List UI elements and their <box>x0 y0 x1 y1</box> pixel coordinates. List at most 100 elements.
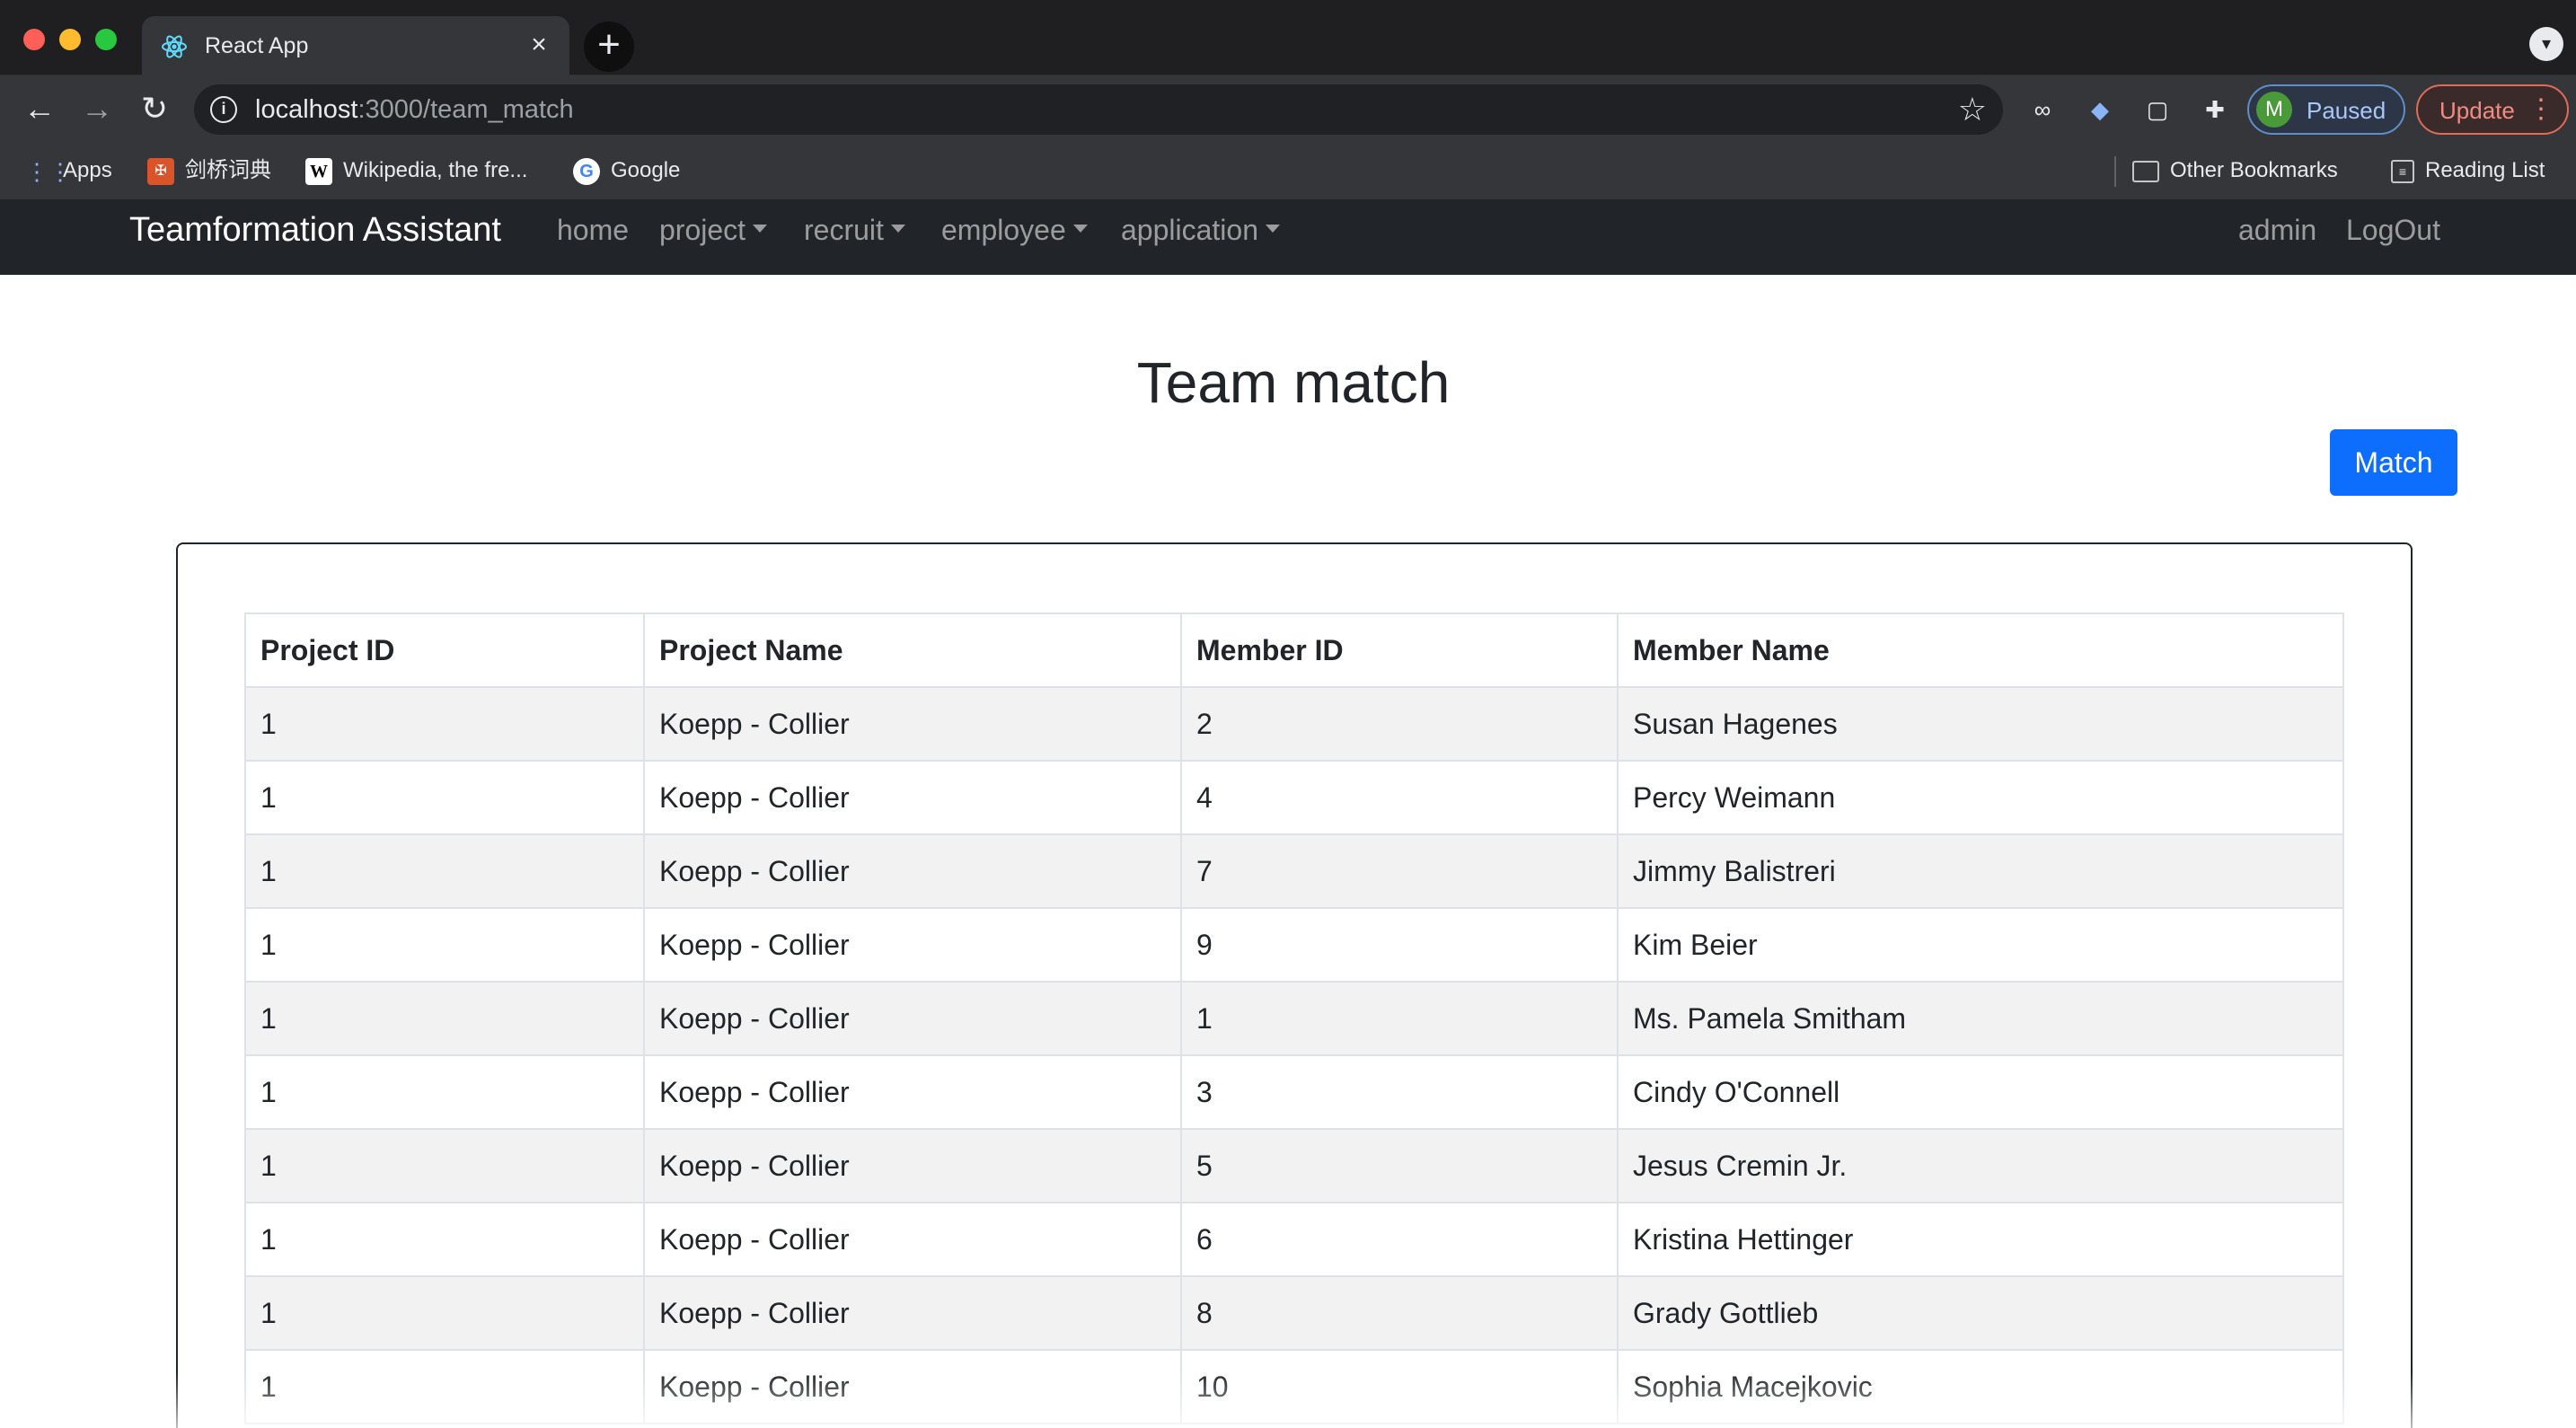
cell-member-id: 8 <box>1180 1275 1619 1351</box>
browser-tab-strip: React App × + ▾ <box>0 0 2576 75</box>
browser-tab[interactable]: React App × <box>142 16 569 75</box>
update-label: Update <box>2439 97 2515 124</box>
column-header-project-name: Project Name <box>643 613 1182 688</box>
info-icon[interactable]: i <box>210 96 237 123</box>
page-title: Team match <box>1136 350 1451 415</box>
table-row: 1 Koepp - Collier 9 Kim Beier <box>244 907 2344 983</box>
cell-member-name: Percy Weimann <box>1617 760 2344 835</box>
plus-icon[interactable]: + <box>584 22 634 72</box>
bookmark-google[interactable]: G Google <box>573 153 680 189</box>
infinity-extension-icon[interactable]: ∞ <box>2026 93 2059 126</box>
arrow-right-icon[interactable]: → <box>75 88 119 131</box>
react-icon <box>162 35 187 58</box>
cell-member-name: Kim Beier <box>1617 907 2344 983</box>
cell-member-id: 2 <box>1180 686 1619 762</box>
navbar-brand[interactable]: Teamformation Assistant <box>129 207 501 253</box>
table-row: 1 Koepp - Collier 7 Jimmy Balistreri <box>244 833 2344 909</box>
cell-project-id: 1 <box>244 981 645 1056</box>
cell-member-id: 7 <box>1180 833 1619 909</box>
bookmark-label: 剑桥词典 <box>185 158 271 182</box>
table-row: 1 Koepp - Collier 8 Grady Gottlieb <box>244 1275 2344 1351</box>
cell-project-name: Koepp - Collier <box>643 1128 1182 1203</box>
table-row: 1 Koepp - Collier 6 Kristina Hettinger <box>244 1202 2344 1277</box>
caret-down-icon <box>753 225 768 234</box>
gem-extension-icon[interactable]: ◆ <box>2084 93 2116 126</box>
cell-project-name: Koepp - Collier <box>643 833 1182 909</box>
cell-project-name: Koepp - Collier <box>643 1275 1182 1351</box>
table-row: 1 Koepp - Collier 10 Sophia Macejkovic <box>244 1349 2344 1424</box>
url-text[interactable]: localhost:3000/team_match <box>255 95 574 124</box>
cell-member-id: 3 <box>1180 1054 1619 1130</box>
app-navbar: Teamformation Assistant home project rec… <box>0 199 2576 275</box>
cell-member-name: Jesus Cremin Jr. <box>1617 1128 2344 1203</box>
nav-employee-label: employee <box>941 214 1066 246</box>
match-button[interactable]: Match <box>2330 429 2457 496</box>
cell-project-id: 1 <box>244 1275 645 1351</box>
url-path: :3000/team_match <box>357 95 574 124</box>
puzzle-icon[interactable]: ✚ <box>2199 93 2231 126</box>
window-minimize-button[interactable] <box>59 29 81 50</box>
table-row: 1 Koepp - Collier 3 Cindy O'Connell <box>244 1054 2344 1130</box>
nav-recruit-dropdown[interactable]: recruit <box>804 208 905 251</box>
tab-search-icon[interactable]: ▾ <box>2529 27 2563 61</box>
other-bookmarks[interactable]: Other Bookmarks <box>2132 153 2338 189</box>
arrow-left-icon[interactable]: ← <box>18 88 61 131</box>
window-close-button[interactable] <box>23 29 45 50</box>
cell-member-name: Ms. Pamela Smitham <box>1617 981 2344 1056</box>
profile-button[interactable]: M Paused <box>2247 84 2405 135</box>
cell-project-name: Koepp - Collier <box>643 1202 1182 1277</box>
reload-icon[interactable]: ↻ <box>133 88 176 131</box>
cell-project-id: 1 <box>244 833 645 909</box>
cell-project-name: Koepp - Collier <box>643 1349 1182 1424</box>
cell-project-name: Koepp - Collier <box>643 981 1182 1056</box>
table-header-row: Project ID Project Name Member ID Member… <box>244 613 2344 688</box>
bookmark-wikipedia[interactable]: W Wikipedia, the fre... <box>305 153 527 189</box>
bookmark-label: Google <box>611 158 681 182</box>
cell-project-name: Koepp - Collier <box>643 1054 1182 1130</box>
nav-logout[interactable]: LogOut <box>2346 208 2440 251</box>
reader-extension-icon[interactable]: ▢ <box>2141 93 2174 126</box>
nav-home[interactable]: home <box>557 208 629 251</box>
bookmark-cambridge[interactable]: ✠ 剑桥词典 <box>147 153 271 189</box>
wikipedia-icon: W <box>305 157 332 185</box>
cell-member-name: Kristina Hettinger <box>1617 1202 2344 1277</box>
tab-title: React App <box>205 33 309 58</box>
cell-project-id: 1 <box>244 1128 645 1203</box>
more-vert-icon: ⋮ <box>2527 94 2554 124</box>
bookmark-apps[interactable]: ⋮⋮Apps <box>25 153 112 189</box>
apps-grid-icon: ⋮⋮ <box>25 157 72 185</box>
cell-member-name: Jimmy Balistreri <box>1617 833 2344 909</box>
column-header-project-id: Project ID <box>244 613 645 688</box>
nav-application-dropdown[interactable]: application <box>1121 208 1280 251</box>
close-icon[interactable]: × <box>523 29 555 61</box>
column-header-member-id: Member ID <box>1180 613 1619 688</box>
bookmarks-bar: ⋮⋮Apps ✠ 剑桥词典 W Wikipedia, the fre... G Goo… <box>0 144 2576 199</box>
nav-project-label: project <box>659 214 746 246</box>
table-row: 1 Koepp - Collier 1 Ms. Pamela Smitham <box>244 981 2344 1056</box>
star-icon[interactable]: ☆ <box>1958 92 1987 128</box>
update-button[interactable]: Update ⋮ <box>2416 84 2569 135</box>
profile-status: Paused <box>2307 97 2386 124</box>
cell-project-name: Koepp - Collier <box>643 686 1182 762</box>
bookmarks-divider <box>2114 156 2116 187</box>
window-zoom-button[interactable] <box>95 29 117 50</box>
caret-down-icon <box>890 225 905 234</box>
cell-member-name: Sophia Macejkovic <box>1617 1349 2344 1424</box>
cambridge-icon: ✠ <box>147 157 174 185</box>
address-bar[interactable]: i localhost:3000/team_match ☆ <box>194 84 2003 135</box>
nav-application-label: application <box>1121 214 1258 246</box>
results-card: Project ID Project Name Member ID Member… <box>176 542 2413 1428</box>
table-row: 1 Koepp - Collier 2 Susan Hagenes <box>244 686 2344 762</box>
cell-project-id: 1 <box>244 1054 645 1130</box>
folder-icon <box>2132 160 2159 182</box>
reading-list[interactable]: ≡ Reading List <box>2391 153 2545 189</box>
cell-member-name: Susan Hagenes <box>1617 686 2344 762</box>
nav-project-dropdown[interactable]: project <box>659 208 768 251</box>
cell-member-id: 10 <box>1180 1349 1619 1424</box>
cell-project-name: Koepp - Collier <box>643 907 1182 983</box>
nav-recruit-label: recruit <box>804 214 884 246</box>
cell-member-id: 5 <box>1180 1128 1619 1203</box>
caret-down-icon <box>1266 225 1280 234</box>
nav-user[interactable]: admin <box>2238 208 2316 251</box>
nav-employee-dropdown[interactable]: employee <box>941 208 1088 251</box>
